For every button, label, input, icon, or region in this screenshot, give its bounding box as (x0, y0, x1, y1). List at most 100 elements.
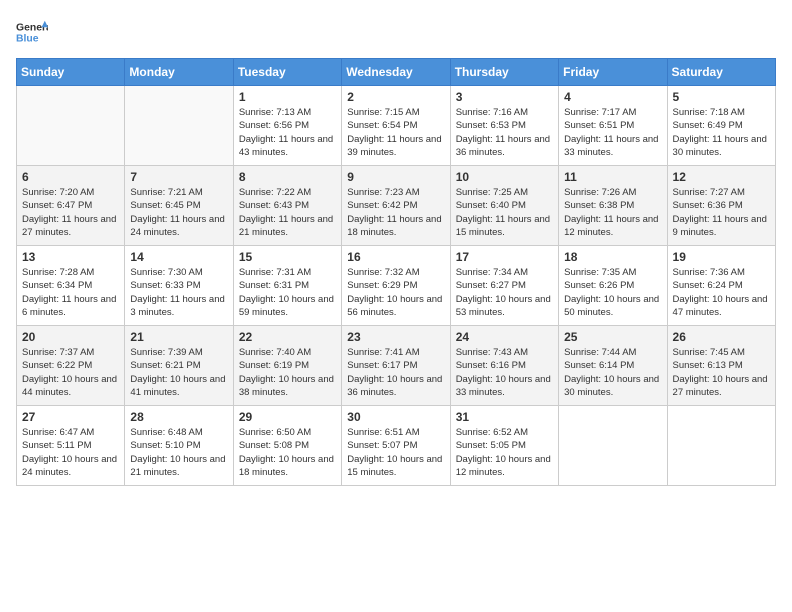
weekday-header-friday: Friday (559, 59, 667, 86)
calendar-cell: 25 Sunrise: 7:44 AMSunset: 6:14 PMDayligh… (559, 326, 667, 406)
day-number: 9 (347, 170, 444, 184)
calendar-cell: 19Sunrise: 7:36 AMSunset: 6:24 PMDayligh… (667, 246, 775, 326)
day-detail: Sunrise: 7:34 AMSunset: 6:27 PMDaylight:… (456, 266, 553, 319)
day-detail: Sunrise: 7:28 AMSunset: 6:34 PMDaylight:… (22, 266, 119, 319)
day-number: 16 (347, 250, 444, 264)
calendar-cell: 26Sunrise: 7:45 AMSunset: 6:13 PMDayligh… (667, 326, 775, 406)
logo-icon: General Blue (16, 16, 48, 48)
day-number: 26 (673, 330, 770, 344)
calendar-cell: 31Sunrise: 6:52 AMSunset: 5:05 PMDayligh… (450, 406, 558, 486)
day-detail: Sunrise: 7:31 AMSunset: 6:31 PMDaylight:… (239, 266, 336, 319)
calendar-cell: 15 Sunrise: 7:31 AMSunset: 6:31 PMDayligh… (233, 246, 341, 326)
day-detail: Sunrise: 7:44 AMSunset: 6:14 PMDaylight:… (564, 346, 661, 399)
day-number: 2 (347, 90, 444, 104)
calendar-cell: 6 Sunrise: 7:20 AMSunset: 6:47 PMDaylight… (17, 166, 125, 246)
calendar-cell: 7Sunrise: 7:21 AMSunset: 6:45 PMDaylight… (125, 166, 233, 246)
day-detail: Sunrise: 6:51 AMSunset: 5:07 PMDaylight:… (347, 426, 444, 479)
day-number: 31 (456, 410, 553, 424)
calendar-cell: 1 Sunrise: 7:13 AMSunset: 6:56 PMDaylight… (233, 86, 341, 166)
weekday-header-tuesday: Tuesday (233, 59, 341, 86)
calendar-week-row: 13 Sunrise: 7:28 AMSunset: 6:34 PMDayligh… (17, 246, 776, 326)
calendar-cell: 24 Sunrise: 7:43 AMSunset: 6:16 PMDayligh… (450, 326, 558, 406)
day-number: 15 (239, 250, 336, 264)
weekday-header-monday: Monday (125, 59, 233, 86)
day-number: 30 (347, 410, 444, 424)
weekday-header-sunday: Sunday (17, 59, 125, 86)
calendar-cell (125, 86, 233, 166)
day-number: 21 (130, 330, 227, 344)
day-detail: Sunrise: 7:32 AMSunset: 6:29 PMDaylight:… (347, 266, 444, 319)
day-detail: Sunrise: 7:27 AMSunset: 6:36 PMDaylight:… (673, 186, 770, 239)
day-detail: Sunrise: 7:39 AMSunset: 6:21 PMDaylight:… (130, 346, 227, 399)
day-detail: Sunrise: 7:17 AMSunset: 6:51 PMDaylight:… (564, 106, 661, 159)
day-detail: Sunrise: 7:15 AMSunset: 6:54 PMDaylight:… (347, 106, 444, 159)
calendar-cell: 14 Sunrise: 7:30 AMSunset: 6:33 PMDayligh… (125, 246, 233, 326)
day-detail: Sunrise: 7:35 AMSunset: 6:26 PMDaylight:… (564, 266, 661, 319)
day-number: 23 (347, 330, 444, 344)
day-number: 4 (564, 90, 661, 104)
calendar-cell: 21 Sunrise: 7:39 AMSunset: 6:21 PMDayligh… (125, 326, 233, 406)
calendar-cell: 8Sunrise: 7:22 AMSunset: 6:43 PMDaylight… (233, 166, 341, 246)
day-number: 25 (564, 330, 661, 344)
day-detail: Sunrise: 7:30 AMSunset: 6:33 PMDaylight:… (130, 266, 227, 319)
page-header: General Blue (16, 16, 776, 48)
calendar-cell: 18 Sunrise: 7:35 AMSunset: 6:26 PMDayligh… (559, 246, 667, 326)
day-number: 27 (22, 410, 119, 424)
day-number: 1 (239, 90, 336, 104)
calendar-cell: 23 Sunrise: 7:41 AMSunset: 6:17 PMDayligh… (342, 326, 450, 406)
weekday-header-thursday: Thursday (450, 59, 558, 86)
calendar-cell: 3 Sunrise: 7:16 AMSunset: 6:53 PMDaylight… (450, 86, 558, 166)
day-detail: Sunrise: 7:13 AMSunset: 6:56 PMDaylight:… (239, 106, 336, 159)
weekday-header-wednesday: Wednesday (342, 59, 450, 86)
calendar-header-row: SundayMondayTuesdayWednesdayThursdayFrid… (17, 59, 776, 86)
calendar-cell: 9 Sunrise: 7:23 AMSunset: 6:42 PMDaylight… (342, 166, 450, 246)
calendar-week-row: 20 Sunrise: 7:37 AMSunset: 6:22 PMDayligh… (17, 326, 776, 406)
day-detail: Sunrise: 7:21 AMSunset: 6:45 PMDaylight:… (130, 186, 227, 239)
day-number: 24 (456, 330, 553, 344)
calendar-cell: 30 Sunrise: 6:51 AMSunset: 5:07 PMDayligh… (342, 406, 450, 486)
day-detail: Sunrise: 7:16 AMSunset: 6:53 PMDaylight:… (456, 106, 553, 159)
day-detail: Sunrise: 7:18 AMSunset: 6:49 PMDaylight:… (673, 106, 770, 159)
day-number: 3 (456, 90, 553, 104)
calendar-cell: 13 Sunrise: 7:28 AMSunset: 6:34 PMDayligh… (17, 246, 125, 326)
day-number: 18 (564, 250, 661, 264)
day-detail: Sunrise: 7:40 AMSunset: 6:19 PMDaylight:… (239, 346, 336, 399)
calendar-cell: 12 Sunrise: 7:27 AMSunset: 6:36 PMDayligh… (667, 166, 775, 246)
svg-text:Blue: Blue (16, 34, 39, 45)
day-detail: Sunrise: 6:50 AMSunset: 5:08 PMDaylight:… (239, 426, 336, 479)
day-number: 5 (673, 90, 770, 104)
calendar-cell: 29 Sunrise: 6:50 AMSunset: 5:08 PMDayligh… (233, 406, 341, 486)
day-number: 10 (456, 170, 553, 184)
day-number: 6 (22, 170, 119, 184)
calendar-cell: 20 Sunrise: 7:37 AMSunset: 6:22 PMDayligh… (17, 326, 125, 406)
day-detail: Sunrise: 7:37 AMSunset: 6:22 PMDaylight:… (22, 346, 119, 399)
calendar-week-row: 27 Sunrise: 6:47 AMSunset: 5:11 PMDayligh… (17, 406, 776, 486)
calendar-cell (17, 86, 125, 166)
calendar-cell (559, 406, 667, 486)
calendar-cell: 28Sunrise: 6:48 AMSunset: 5:10 PMDayligh… (125, 406, 233, 486)
day-number: 20 (22, 330, 119, 344)
day-detail: Sunrise: 7:20 AMSunset: 6:47 PMDaylight:… (22, 186, 119, 239)
day-detail: Sunrise: 7:43 AMSunset: 6:16 PMDaylight:… (456, 346, 553, 399)
calendar-cell: 5 Sunrise: 7:18 AMSunset: 6:49 PMDaylight… (667, 86, 775, 166)
calendar-cell: 4 Sunrise: 7:17 AMSunset: 6:51 PMDaylight… (559, 86, 667, 166)
day-detail: Sunrise: 7:23 AMSunset: 6:42 PMDaylight:… (347, 186, 444, 239)
day-detail: Sunrise: 7:41 AMSunset: 6:17 PMDaylight:… (347, 346, 444, 399)
day-number: 29 (239, 410, 336, 424)
calendar-cell: 22Sunrise: 7:40 AMSunset: 6:19 PMDayligh… (233, 326, 341, 406)
calendar-week-row: 6 Sunrise: 7:20 AMSunset: 6:47 PMDaylight… (17, 166, 776, 246)
weekday-header-saturday: Saturday (667, 59, 775, 86)
day-detail: Sunrise: 7:25 AMSunset: 6:40 PMDaylight:… (456, 186, 553, 239)
day-number: 13 (22, 250, 119, 264)
day-number: 14 (130, 250, 227, 264)
calendar-cell (667, 406, 775, 486)
day-number: 12 (673, 170, 770, 184)
day-detail: Sunrise: 6:47 AMSunset: 5:11 PMDaylight:… (22, 426, 119, 479)
calendar-cell: 17Sunrise: 7:34 AMSunset: 6:27 PMDayligh… (450, 246, 558, 326)
day-number: 28 (130, 410, 227, 424)
day-detail: Sunrise: 7:26 AMSunset: 6:38 PMDaylight:… (564, 186, 661, 239)
calendar-cell: 27 Sunrise: 6:47 AMSunset: 5:11 PMDayligh… (17, 406, 125, 486)
day-number: 11 (564, 170, 661, 184)
calendar-week-row: 1 Sunrise: 7:13 AMSunset: 6:56 PMDaylight… (17, 86, 776, 166)
day-detail: Sunrise: 7:22 AMSunset: 6:43 PMDaylight:… (239, 186, 336, 239)
